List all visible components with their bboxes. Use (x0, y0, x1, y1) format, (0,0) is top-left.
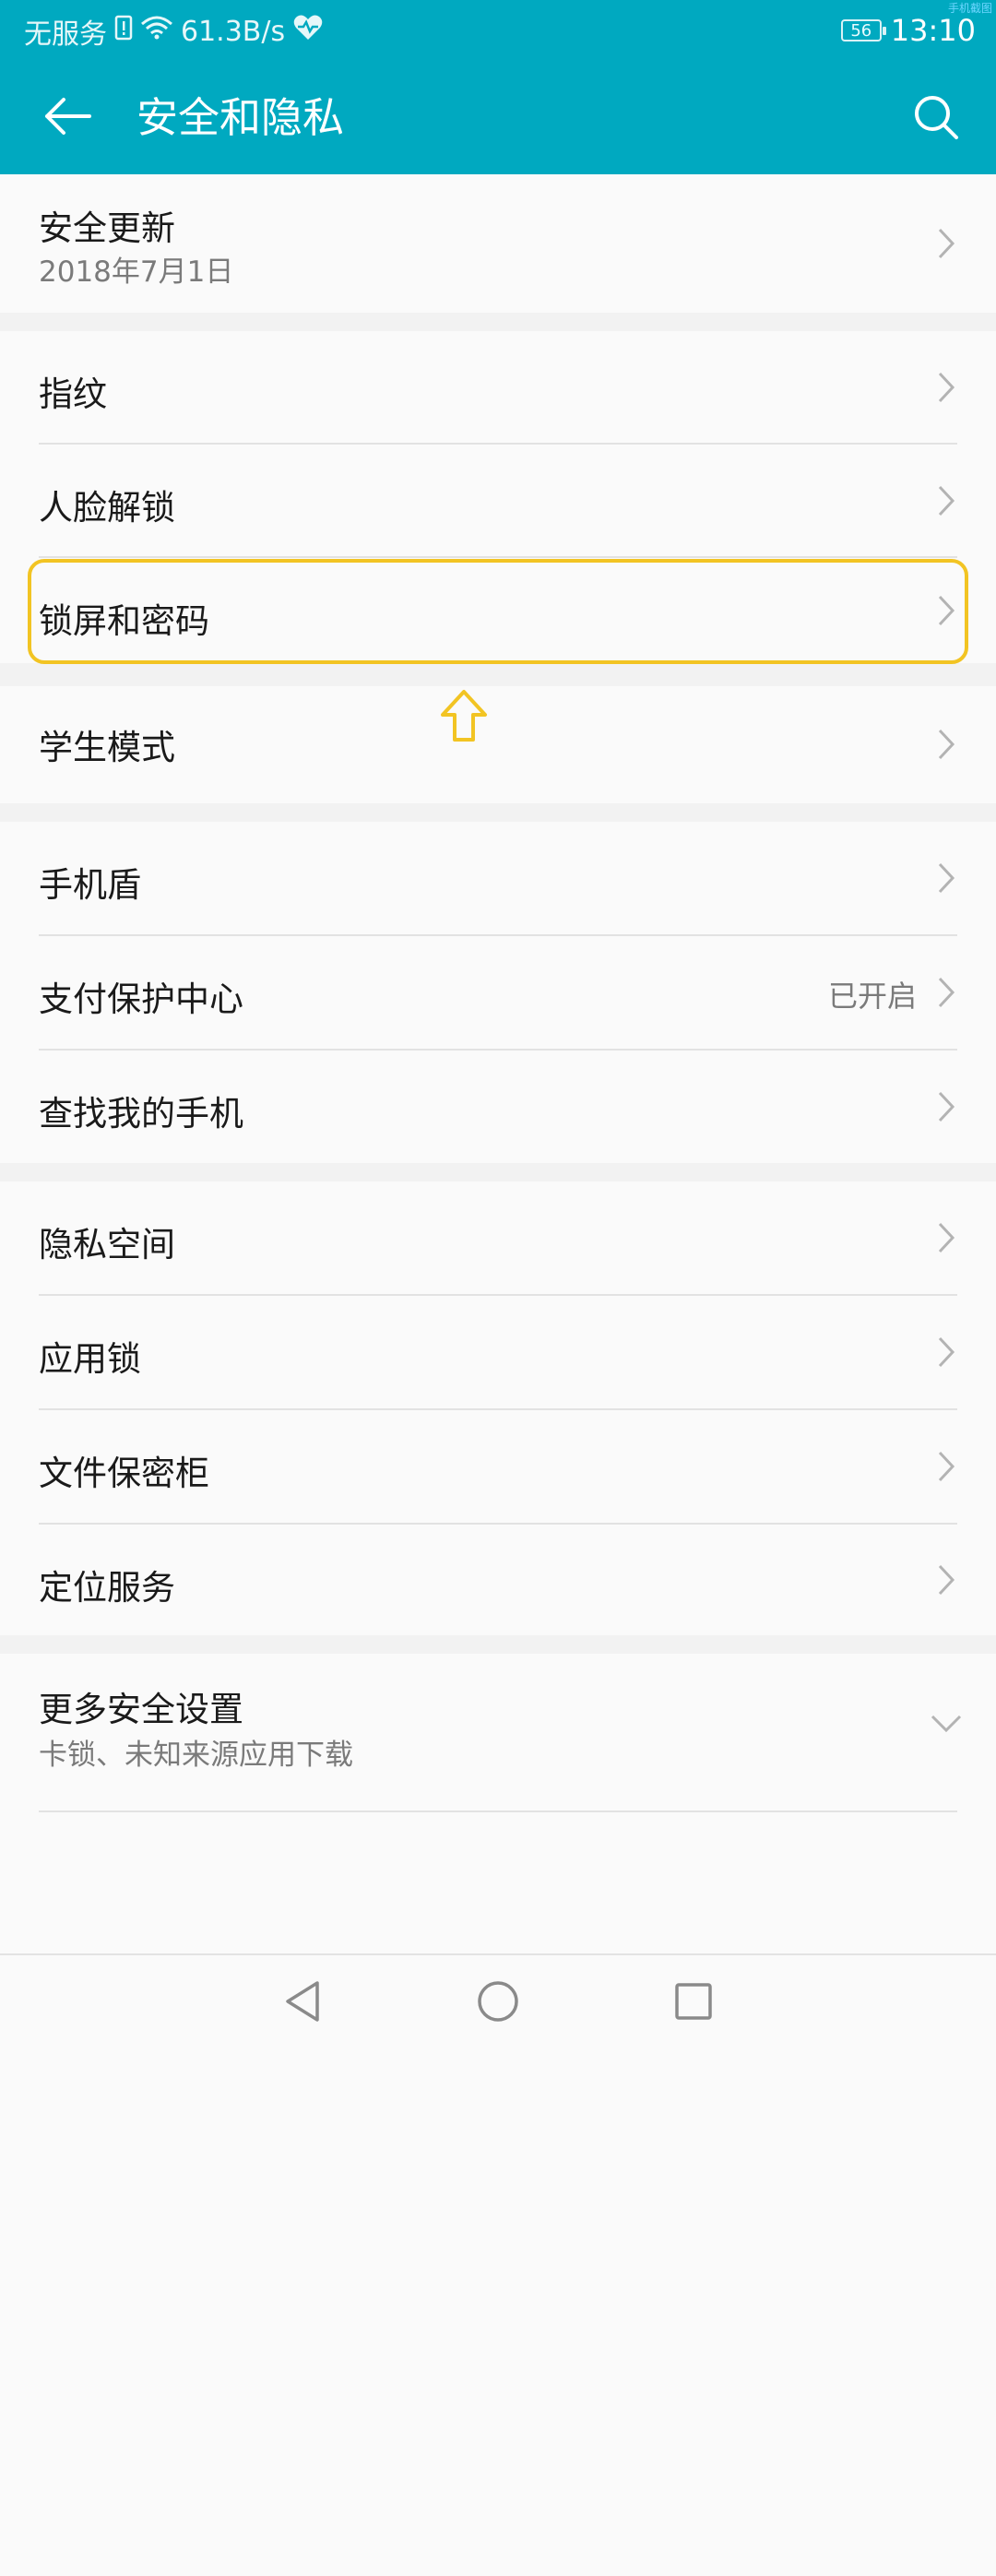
back-button[interactable] (35, 89, 100, 148)
arrow-up-icon (441, 690, 487, 742)
list-item-label: 指纹 (39, 374, 107, 414)
list-item-payment-protection[interactable]: 支付保护中心 已开启 (0, 936, 996, 1049)
list-item-label: 学生模式 (39, 728, 175, 767)
search-button[interactable] (904, 87, 968, 151)
chevron-right-icon (933, 369, 959, 406)
chevron-right-icon (933, 225, 959, 262)
list-item-fingerprint[interactable]: 指纹 (0, 331, 996, 444)
battery-level: 56 (850, 20, 872, 41)
section-more (0, 1654, 996, 2576)
battery-icon: 56 (840, 19, 886, 42)
carrier-text: 无服务 (24, 18, 107, 51)
list-item-label: 支付保护中心 (39, 979, 243, 1019)
list-item-app-lock[interactable]: 应用锁 (0, 1296, 996, 1408)
settings-list: 安全更新 2018年7月1日 指纹 人脸解锁 锁屏和密码 学生模式 手机盾 支付… (0, 174, 996, 2576)
wifi-icon (140, 15, 173, 48)
square-recents-icon (673, 1981, 714, 2025)
chevron-right-icon (933, 974, 959, 1011)
chevron-down-icon (928, 1705, 965, 1742)
list-item-label: 手机盾 (39, 865, 141, 905)
list-item-label: 文件保密柜 (39, 1454, 209, 1493)
list-item-location[interactable]: 定位服务 (0, 1525, 996, 1635)
status-value: 已开启 (827, 979, 917, 1014)
chevron-right-icon (933, 1561, 959, 1598)
app-bar: 安全和隐私 (0, 61, 996, 174)
list-item-find-phone[interactable]: 查找我的手机 (0, 1051, 996, 1163)
screenshot-watermark: 手机截图 (947, 2, 992, 15)
chevron-right-icon (933, 726, 959, 763)
list-item-label: 人脸解锁 (39, 488, 175, 528)
clock: 13:10 (890, 13, 976, 48)
net-speed-text: 61.3B/s (181, 15, 286, 48)
list-item-phone-shield[interactable]: 手机盾 (0, 822, 996, 934)
search-icon (912, 93, 960, 145)
chevron-right-icon (933, 1334, 959, 1371)
chevron-right-icon (933, 592, 959, 629)
health-heart-icon (292, 14, 324, 49)
status-left: 无服务 61.3B/s (24, 13, 324, 51)
list-item-label: 锁屏和密码 (39, 601, 209, 641)
page-title: 安全和隐私 (136, 93, 345, 142)
chevron-right-icon (933, 1088, 959, 1125)
list-item-subtitle: 卡锁、未知来源应用下载 (39, 1739, 353, 1772)
circle-home-icon (476, 1979, 520, 2027)
list-item-face-unlock[interactable]: 人脸解锁 (0, 445, 996, 556)
chevron-right-icon (933, 482, 959, 519)
navigation-bar (0, 1953, 996, 2048)
chevron-right-icon (933, 1219, 959, 1256)
list-item-lock-screen[interactable]: 锁屏和密码 (0, 558, 996, 663)
list-item-student-mode[interactable]: 学生模式 (0, 686, 996, 803)
list-item-label: 安全更新 (39, 208, 175, 248)
status-right: 56 13:10 (840, 11, 976, 50)
nav-back-button[interactable] (275, 1976, 330, 2031)
divider (39, 1810, 957, 1812)
list-item-label: 定位服务 (39, 1568, 175, 1608)
list-item-label: 应用锁 (39, 1339, 141, 1379)
list-item-more-settings[interactable]: 更多安全设置 卡锁、未知来源应用下载 (0, 1654, 996, 1792)
list-item-subtitle: 2018年7月1日 (39, 255, 234, 289)
status-bar: 无服务 61.3B/s 56 13:10 手机截图 (0, 0, 996, 61)
sim-alert-icon (114, 15, 133, 48)
list-item-private-space[interactable]: 隐私空间 (0, 1181, 996, 1294)
triangle-back-icon (282, 1979, 323, 2027)
nav-recents-button[interactable] (666, 1976, 721, 2031)
nav-home-button[interactable] (470, 1976, 526, 2031)
chevron-right-icon (933, 1448, 959, 1485)
arrow-left-icon (43, 96, 91, 140)
list-item-label: 隐私空间 (39, 1225, 175, 1264)
list-item-file-safe[interactable]: 文件保密柜 (0, 1410, 996, 1523)
list-item-security-update[interactable]: 安全更新 2018年7月1日 (0, 174, 996, 313)
chevron-right-icon (933, 860, 959, 896)
list-item-label: 更多安全设置 (39, 1690, 243, 1729)
list-item-label: 查找我的手机 (39, 1094, 243, 1134)
